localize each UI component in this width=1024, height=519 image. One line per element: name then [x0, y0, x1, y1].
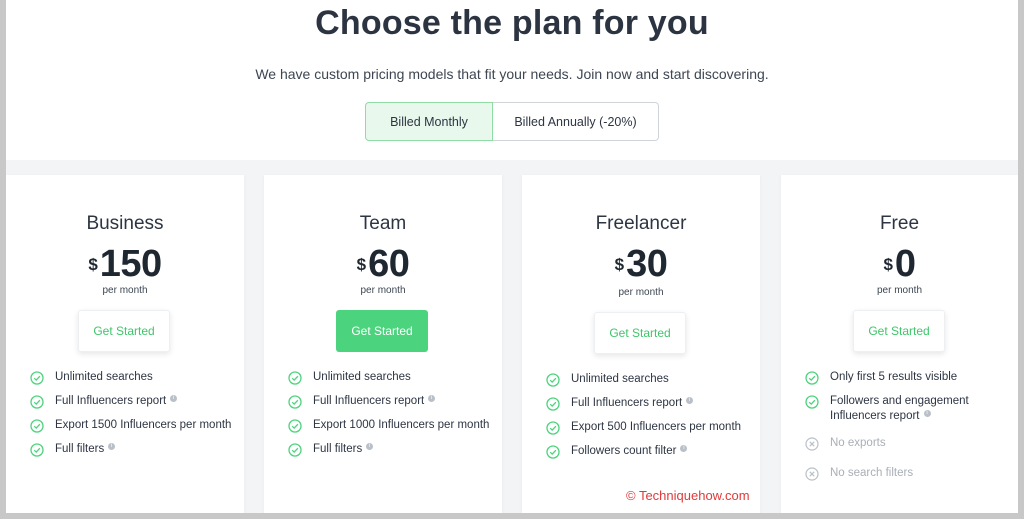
feature-item: Followers count filter i — [546, 444, 760, 459]
check-circle-icon — [288, 419, 302, 433]
feature-item: Followers and engagement Influencers rep… — [805, 394, 1005, 424]
price-period: per month — [102, 285, 148, 296]
feature-text: Unlimited searches — [55, 371, 153, 383]
x-circle-icon — [805, 437, 819, 451]
feature-item: Full filters i — [288, 442, 498, 457]
page-subtitle: We have custom pricing models that fit y… — [255, 66, 769, 82]
feature-list: Only first 5 results visible Followers a… — [805, 370, 1005, 490]
plan-price: $0 — [781, 243, 1018, 286]
feature-list: Unlimited searches Full Influencers repo… — [30, 370, 240, 466]
info-icon[interactable]: i — [923, 410, 931, 417]
feature-item: Export 500 Influencers per month — [546, 420, 760, 435]
currency-symbol: $ — [614, 255, 625, 274]
check-circle-icon — [30, 395, 44, 409]
plan-card-free: Free $0 per month Get Started Only first… — [781, 175, 1018, 515]
feature-text: Full Influencers report — [313, 395, 425, 407]
feature-text: Full Influencers report — [571, 397, 683, 409]
watermark: © Techniquehow.com — [626, 488, 750, 503]
check-circle-icon — [30, 371, 44, 385]
plan-card-freelancer: Freelancer $30 per month Get Started Unl… — [522, 175, 760, 515]
price-amount: 0 — [894, 243, 916, 285]
x-circle-icon — [805, 467, 819, 481]
billed-monthly-button[interactable]: Billed Monthly — [365, 102, 493, 141]
feature-item: Unlimited searches — [30, 370, 240, 385]
plan-name: Team — [359, 213, 407, 234]
feature-text: Unlimited searches — [313, 371, 411, 383]
plan-card-team: Team $60 per month Get Started Unlimited… — [264, 175, 502, 515]
price-amount: 30 — [626, 243, 668, 285]
check-circle-icon — [546, 373, 560, 387]
feature-list: Unlimited searches Full Influencers repo… — [546, 372, 760, 468]
feature-text: Full filters — [313, 443, 363, 455]
check-circle-icon — [805, 395, 819, 409]
get-started-button[interactable]: Get Started — [594, 312, 686, 354]
info-icon[interactable]: i — [686, 397, 694, 404]
feature-text: Full Influencers report — [55, 395, 167, 407]
check-circle-icon — [805, 371, 819, 385]
info-icon[interactable]: i — [170, 395, 178, 402]
info-icon[interactable]: i — [680, 445, 688, 452]
feature-text: Followers count filter — [571, 445, 677, 457]
plan-name: Freelancer — [595, 213, 687, 234]
feature-text: Unlimited searches — [571, 373, 669, 385]
info-icon[interactable]: i — [108, 443, 116, 450]
feature-text: Full filters — [55, 443, 105, 455]
price-period: per month — [876, 285, 923, 296]
feature-item: Export 1500 Influencers per month — [30, 418, 240, 433]
feature-item-disabled: No search filters — [805, 466, 1005, 481]
billed-annually-button[interactable]: Billed Annually (-20%) — [493, 102, 659, 141]
page-title: Choose the plan for you — [315, 4, 709, 42]
currency-symbol: $ — [356, 255, 367, 274]
check-circle-icon — [546, 445, 560, 459]
get-started-button[interactable]: Get Started — [853, 310, 945, 352]
info-icon[interactable]: i — [366, 443, 374, 450]
plan-price: $60 — [264, 243, 502, 286]
feature-text: Export 1000 Influencers per month — [313, 419, 490, 431]
plan-price: $30 — [522, 243, 760, 286]
feature-text: No exports — [830, 437, 886, 449]
get-started-button[interactable]: Get Started — [78, 310, 170, 352]
feature-text: Export 500 Influencers per month — [571, 421, 742, 433]
feature-text: Only first 5 results visible — [830, 371, 958, 383]
feature-item-disabled: No exports — [805, 436, 1005, 451]
currency-symbol: $ — [88, 255, 98, 274]
feature-item: Only first 5 results visible — [805, 370, 1005, 385]
feature-item: Full Influencers report i — [546, 396, 760, 411]
info-icon[interactable]: i — [428, 395, 436, 402]
feature-list: Unlimited searches Full Influencers repo… — [288, 370, 498, 466]
check-circle-icon — [546, 397, 560, 411]
price-amount: 60 — [368, 243, 410, 285]
price-period: per month — [360, 285, 406, 296]
billing-toggle: Billed Monthly Billed Annually (-20%) — [365, 102, 659, 141]
plan-name: Free — [879, 213, 920, 234]
currency-symbol: $ — [883, 255, 893, 274]
plan-card-business: Business $150 per month Get Started Unli… — [6, 175, 244, 515]
feature-item: Full Influencers report i — [30, 394, 240, 409]
feature-item: Full Influencers report i — [288, 394, 498, 409]
feature-item: Full filters i — [30, 442, 240, 457]
feature-item: Export 1000 Influencers per month — [288, 418, 498, 433]
plan-name: Business — [86, 213, 164, 234]
check-circle-icon — [288, 443, 302, 457]
check-circle-icon — [30, 419, 44, 433]
price-period: per month — [618, 287, 664, 298]
check-circle-icon — [288, 371, 302, 385]
plan-price: $150 — [6, 243, 244, 286]
get-started-button[interactable]: Get Started — [336, 310, 428, 352]
feature-text: Export 1500 Influencers per month — [55, 419, 232, 431]
check-circle-icon — [30, 443, 44, 457]
price-amount: 150 — [99, 243, 162, 285]
check-circle-icon — [288, 395, 302, 409]
feature-text: Followers and engagement Influencers rep… — [830, 395, 969, 422]
feature-text: No search filters — [830, 467, 914, 479]
check-circle-icon — [546, 421, 560, 435]
feature-item: Unlimited searches — [288, 370, 498, 385]
feature-item: Unlimited searches — [546, 372, 760, 387]
